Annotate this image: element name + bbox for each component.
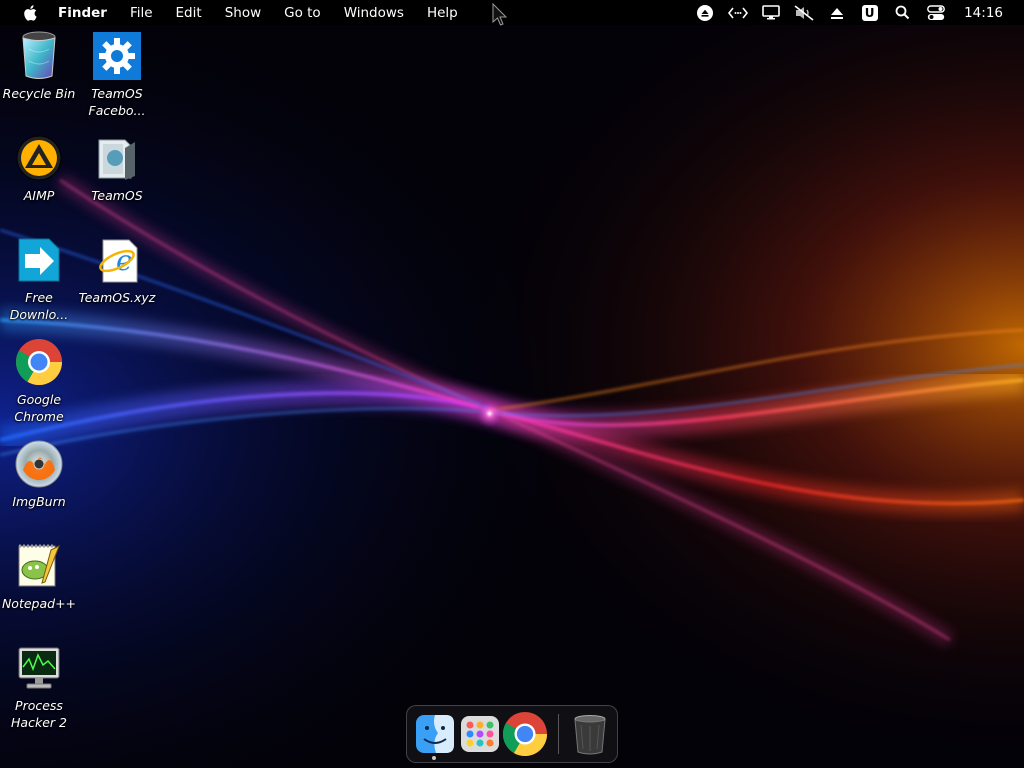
u-badge-icon[interactable]: U (853, 0, 886, 25)
desktop-icon-label: TeamOS (91, 188, 143, 203)
desktop-icon-aimp[interactable]: AIMP (0, 132, 78, 204)
control-center-icon[interactable] (919, 0, 952, 25)
recycle-bin-icon (13, 30, 65, 82)
dock-launchpad[interactable] (457, 711, 503, 757)
code-icon[interactable] (721, 0, 754, 25)
menu-help[interactable]: Help (427, 5, 458, 21)
desktop-icon-free-download[interactable]: Free Downlo... (0, 234, 78, 323)
download-arrow-icon (13, 234, 65, 286)
menu-bar: Finder File Edit Show Go to Windows Help (0, 0, 1024, 25)
dock-chrome[interactable] (502, 711, 548, 757)
desktop-icon-google-chrome[interactable]: Google Chrome (0, 336, 78, 425)
dock-trash[interactable] (567, 711, 613, 757)
menu-windows[interactable]: Windows (344, 5, 404, 21)
desktop-icon-label: Free Downlo... (9, 290, 69, 322)
apple-menu-icon[interactable] (21, 4, 39, 22)
desktop-icon-label: ImgBurn (12, 494, 66, 509)
desktop-icon-label: Notepad++ (1, 596, 77, 611)
desktop-icon-label: Recycle Bin (2, 86, 76, 101)
trash-icon (574, 715, 606, 755)
finder-icon (416, 715, 454, 753)
search-icon[interactable] (886, 0, 919, 25)
desktop-icon-imgburn[interactable]: ImgBurn (0, 438, 78, 510)
folder-icon (91, 132, 143, 184)
mouse-cursor-icon (492, 3, 508, 26)
menu-app-name[interactable]: Finder (58, 5, 107, 21)
menu-go-to[interactable]: Go to (284, 5, 321, 21)
menu-clock[interactable]: 14:16 (964, 5, 1003, 21)
dock-separator (558, 714, 559, 754)
internet-explorer-icon: e (91, 234, 143, 286)
desktop-icon-teamos-facebook[interactable]: TeamOS Facebo... (78, 30, 156, 119)
menu-file[interactable]: File (130, 5, 153, 21)
desktop-icon-label: Google Chrome (14, 392, 64, 424)
desktop[interactable]: Finder File Edit Show Go to Windows Help (0, 0, 1024, 768)
monitor-icon (13, 642, 65, 694)
chrome-icon (13, 336, 65, 388)
desktop-icon-recycle-bin[interactable]: Recycle Bin (0, 30, 78, 102)
notepad-icon (13, 540, 65, 592)
status-area: U 14:16 (689, 0, 1024, 25)
desktop-icon-notepad-plus-plus[interactable]: Notepad++ (0, 540, 78, 612)
display-icon[interactable] (754, 0, 787, 25)
desktop-icon-label: AIMP (23, 188, 55, 203)
desktop-icon-teamos-xyz[interactable]: e TeamOS.xyz (78, 234, 156, 306)
upload-icon[interactable] (820, 0, 853, 25)
desktop-icon-label: TeamOS Facebo... (88, 86, 146, 118)
disc-icon (13, 438, 65, 490)
launchpad-icon (461, 716, 499, 752)
aimp-icon (13, 132, 65, 184)
menu-edit[interactable]: Edit (176, 5, 202, 21)
gear-icon (91, 30, 143, 82)
u-badge-label: U (861, 4, 878, 21)
menu-show[interactable]: Show (225, 5, 261, 21)
dock-running-indicator (432, 756, 436, 760)
dock-finder[interactable] (412, 711, 458, 757)
desktop-icon-label: TeamOS.xyz (78, 290, 156, 305)
eject-icon[interactable] (689, 0, 721, 25)
desktop-icon-label: Process Hacker 2 (11, 698, 67, 730)
dock (406, 705, 618, 763)
desktop-icon-teamos[interactable]: TeamOS (78, 132, 156, 204)
desktop-icon-process-hacker[interactable]: Process Hacker 2 (0, 642, 78, 731)
chrome-icon (502, 711, 548, 757)
mute-icon[interactable] (787, 0, 820, 25)
